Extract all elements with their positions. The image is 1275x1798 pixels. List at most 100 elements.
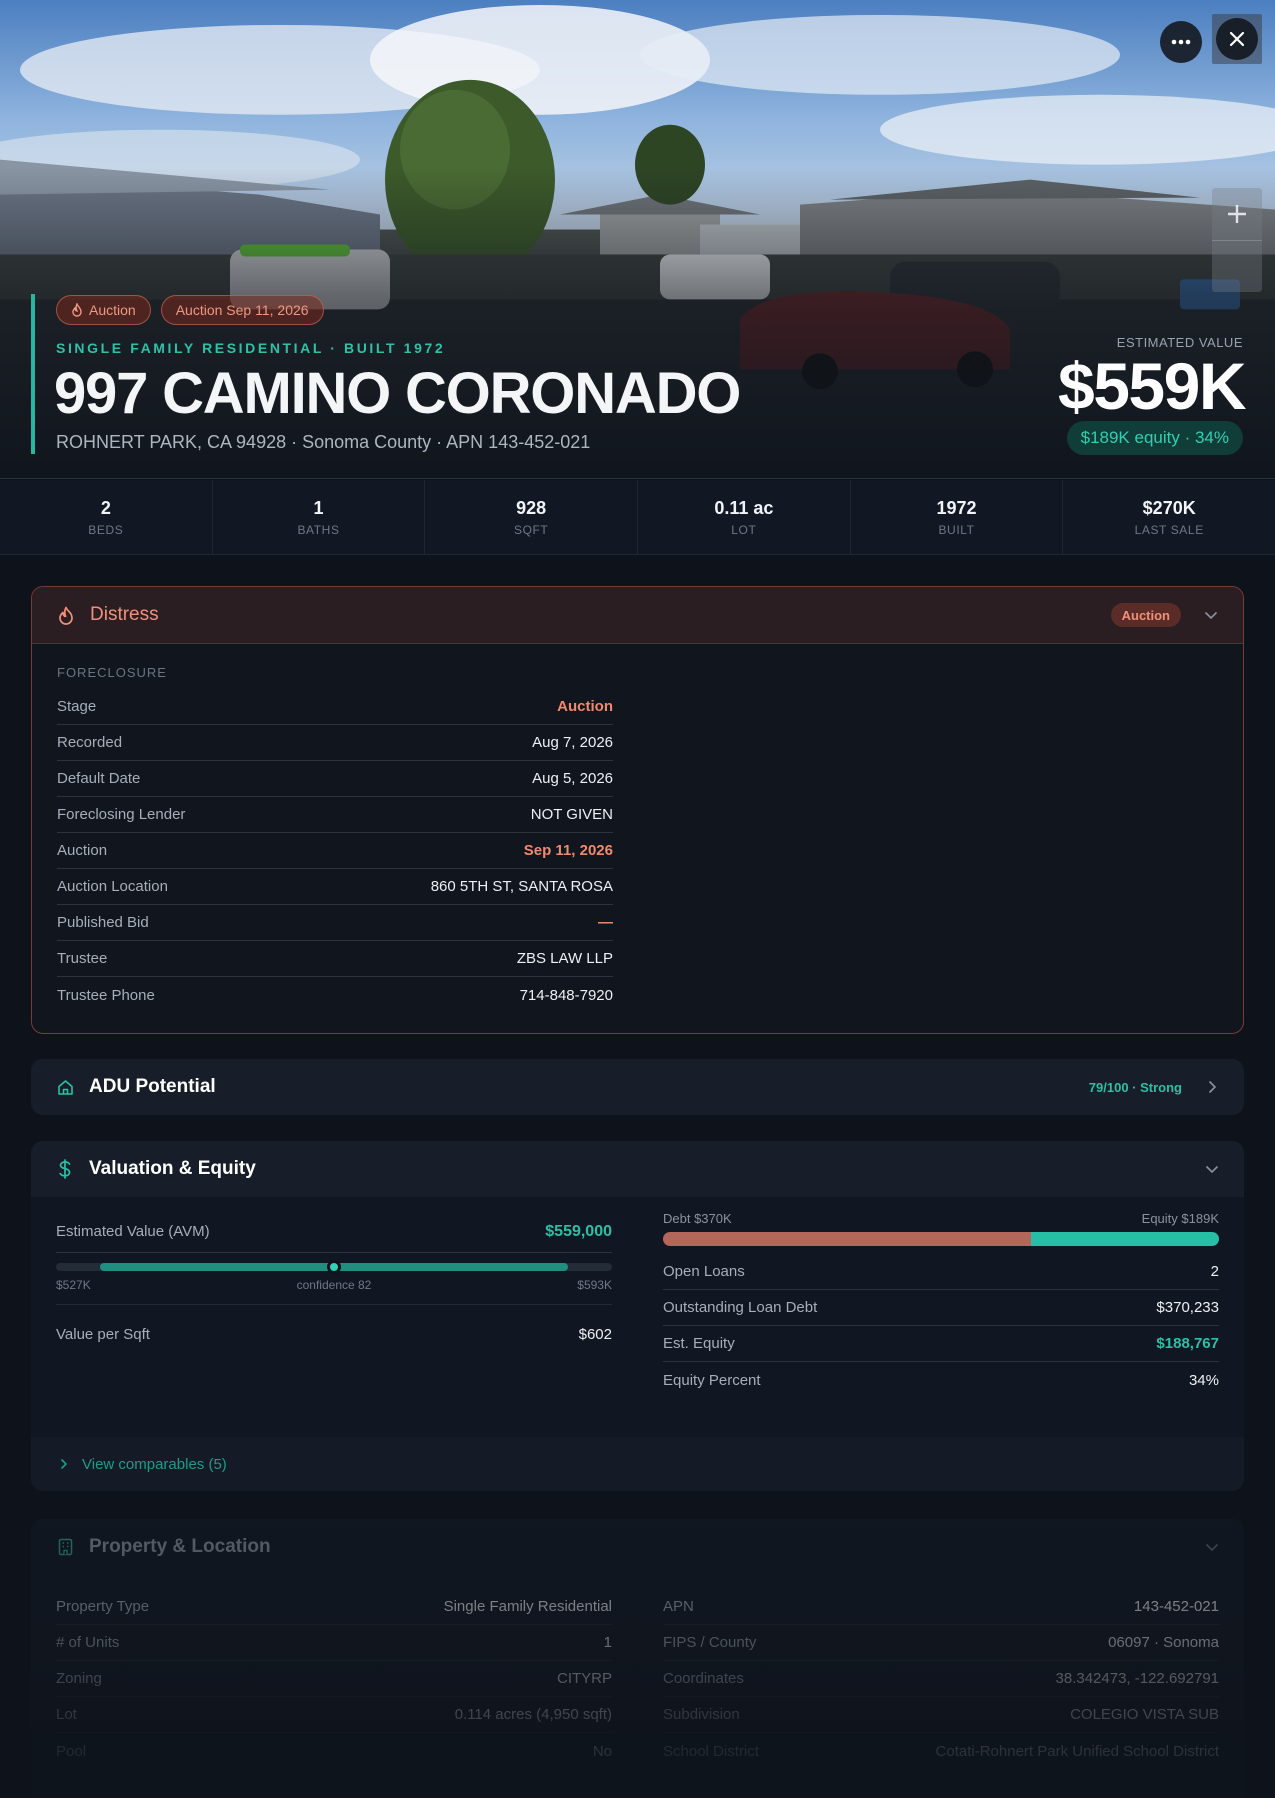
adu-potential-panel[interactable]: ADU Potential 79/100 · Strong xyxy=(31,1059,1244,1115)
avm-row: Estimated Value (AVM) $559,000 xyxy=(56,1211,612,1253)
map-zoom-control xyxy=(1212,188,1262,292)
avm-label: Estimated Value (AVM) xyxy=(56,1223,210,1240)
chip-label: Auction xyxy=(89,302,136,318)
detail-key: APN xyxy=(663,1598,694,1615)
distress-header[interactable]: Distress Auction xyxy=(32,587,1243,644)
equity-row: Equity Percent 34% xyxy=(663,1362,1219,1398)
detail-row: Auction Sep 11, 2026 xyxy=(57,833,613,869)
adu-header[interactable]: ADU Potential 79/100 · Strong xyxy=(31,1059,1244,1115)
close-button[interactable] xyxy=(1212,14,1262,64)
equity-value: 2 xyxy=(1210,1263,1219,1280)
detail-key: Subdivision xyxy=(663,1706,740,1723)
equity-row: Est. Equity $188,767 xyxy=(663,1326,1219,1362)
detail-row: Trustee ZBS LAW LLP xyxy=(57,941,613,977)
adu-score: 79/100 · Strong xyxy=(1088,1079,1182,1095)
detail-key: Published Bid xyxy=(57,914,149,931)
debt-equity-labels: Debt $370K Equity $189K xyxy=(663,1211,1219,1226)
stat-label: LOT xyxy=(731,522,757,537)
detail-value: Aug 5, 2026 xyxy=(532,770,613,787)
range-low: $527K xyxy=(56,1278,91,1292)
equity-section: Debt $370K Equity $189K Open Loans 2 Outs… xyxy=(663,1211,1219,1398)
detail-row: Zoning CITYRP xyxy=(56,1661,612,1697)
plus-icon xyxy=(1228,205,1246,223)
home-icon xyxy=(55,1077,75,1097)
stat-value: 1 xyxy=(313,497,324,518)
foreclosure-section-label: FORECLOSURE xyxy=(57,665,167,680)
hero-accent-bar xyxy=(31,294,35,454)
detail-key: # of Units xyxy=(56,1634,120,1651)
detail-value: CITYRP xyxy=(556,1670,612,1687)
property-details-left: Property Type Single Family Residential #… xyxy=(56,1589,612,1769)
property-stats-bar: 2 BEDS 1 BATHS 928 SQFT 0.11 ac LOT 1972 BUIL… xyxy=(0,480,1275,555)
view-comparables-link[interactable]: View comparables (5) xyxy=(31,1437,1244,1491)
detail-value: Sep 11, 2026 xyxy=(523,842,613,859)
equity-row: Outstanding Loan Debt $370,233 xyxy=(663,1290,1219,1326)
equity-value: $370,233 xyxy=(1156,1299,1219,1316)
more-options-button[interactable] xyxy=(1160,21,1202,63)
flame-icon xyxy=(56,605,76,625)
detail-row: FIPS / County 06097 · Sonoma xyxy=(663,1625,1219,1661)
property-header[interactable]: Property & Location xyxy=(31,1519,1244,1575)
equity-value: 34% xyxy=(1188,1371,1219,1389)
view-comparables-label: View comparables (5) xyxy=(82,1455,227,1473)
detail-key: Trustee Phone xyxy=(57,986,155,1004)
detail-value: 143-452-021 xyxy=(1133,1598,1219,1615)
chevron-right-icon[interactable] xyxy=(1204,1079,1220,1095)
avm-value: $559,000 xyxy=(545,1222,612,1240)
detail-key: Auction Location xyxy=(57,878,168,895)
detail-row: Pool No xyxy=(56,1733,612,1769)
flame-icon xyxy=(72,303,82,317)
detail-row: Recorded Aug 7, 2026 xyxy=(57,725,613,761)
distress-title: Distress xyxy=(90,604,159,625)
detail-key: Default Date xyxy=(57,770,141,787)
chevron-down-icon[interactable] xyxy=(1204,1539,1220,1555)
detail-row: Stage Auction xyxy=(57,689,613,725)
debt-label: Debt $370K xyxy=(663,1211,732,1226)
range-high: $593K xyxy=(577,1278,612,1292)
detail-value: 860 5TH ST, SANTA ROSA xyxy=(430,878,613,895)
chevron-right-icon xyxy=(60,1458,68,1470)
detail-value: ZBS LAW LLP xyxy=(516,950,613,967)
detail-row: Property Type Single Family Residential xyxy=(56,1589,612,1625)
property-locality: ROHNERT PARK, CA 94928 · Sonoma County ·… xyxy=(56,432,591,452)
detail-row: Published Bid — xyxy=(57,905,613,941)
property-location-panel: Property & Location Property Type Single … xyxy=(31,1519,1244,1798)
estimated-value: $559K xyxy=(1058,349,1247,423)
detail-key: Recorded xyxy=(57,734,123,751)
detail-value: NOT GIVEN xyxy=(530,806,613,823)
chevron-down-icon[interactable] xyxy=(1204,1161,1220,1177)
adu-title: ADU Potential xyxy=(89,1076,216,1097)
zoom-in-button[interactable] xyxy=(1212,188,1262,240)
detail-value: 1 xyxy=(603,1634,612,1651)
detail-row: Trustee Phone 714-848-7920 xyxy=(57,977,613,1013)
confidence-label: confidence 82 xyxy=(296,1278,372,1292)
detail-value: Cotati-Rohnert Park Unified School Distr… xyxy=(935,1742,1219,1760)
distress-status-badge: Auction xyxy=(1110,603,1181,627)
detail-row: Default Date Aug 5, 2026 xyxy=(57,761,613,797)
stat-built: 1972 BUILT xyxy=(851,480,1064,554)
detail-key: Zoning xyxy=(56,1670,102,1687)
stat-last-sale: $270K LAST SALE xyxy=(1063,480,1275,554)
detail-value: Aug 7, 2026 xyxy=(532,734,613,751)
detail-value: 714-848-7920 xyxy=(519,986,613,1004)
equity-key: Outstanding Loan Debt xyxy=(663,1299,818,1316)
property-details-right: APN 143-452-021 FIPS / County 06097 · Sono… xyxy=(663,1589,1219,1769)
value-per-sqft-row: Value per Sqft $602 xyxy=(56,1305,612,1363)
debt-segment xyxy=(663,1232,1032,1246)
distress-panel: Distress Auction FORECLOSURE Stage Auctio… xyxy=(31,586,1244,1034)
detail-key: Lot xyxy=(56,1706,77,1723)
detail-key: Coordinates xyxy=(663,1670,744,1687)
close-icon xyxy=(1229,31,1245,47)
status-chips: Auction Auction Sep 11, 2026 xyxy=(56,295,324,325)
equity-value: $188,767 xyxy=(1156,1335,1219,1352)
chevron-down-icon[interactable] xyxy=(1203,607,1219,623)
detail-key: Property Type xyxy=(56,1598,150,1615)
debt-equity-bar xyxy=(663,1232,1219,1246)
valuation-header[interactable]: Valuation & Equity xyxy=(31,1141,1244,1197)
detail-key: Auction xyxy=(57,842,108,859)
equity-key: Equity Percent xyxy=(663,1371,761,1389)
property-title: Property & Location xyxy=(89,1536,271,1557)
avm-range-bar xyxy=(56,1260,612,1274)
property-subtitle: SINGLE FAMILY RESIDENTIAL · BUILT 1972 xyxy=(56,340,446,356)
stat-value: 928 xyxy=(516,497,547,518)
